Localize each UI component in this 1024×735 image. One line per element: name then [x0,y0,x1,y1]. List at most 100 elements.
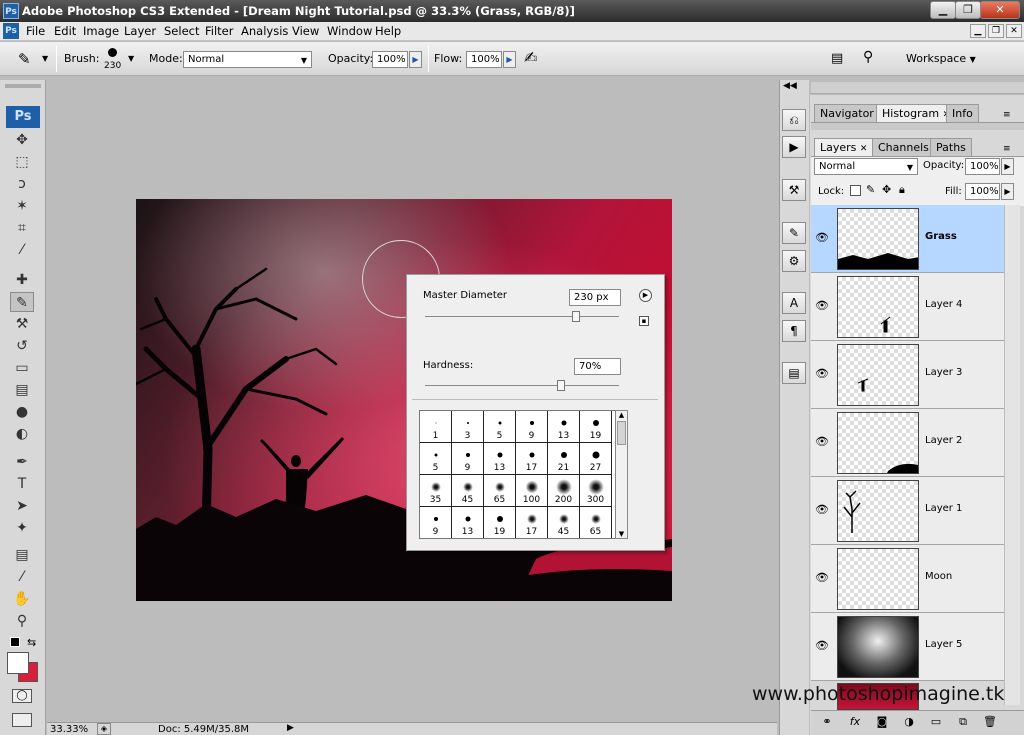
toolbox-grip[interactable] [5,84,41,88]
brush-preset-cell[interactable]: 200 [548,475,580,507]
hand-tool-icon[interactable]: ✋ [10,589,34,609]
pen-tool-icon[interactable]: ✒ [10,452,34,472]
color-sampler-tool-icon[interactable]: ⁄ [10,567,34,587]
document-icon[interactable]: Ps [3,23,19,39]
path-selection-tool-icon[interactable]: ➤ [10,496,34,516]
layer-row[interactable]: 👁︎ Layer 1 [811,477,1004,545]
lock-position-icon[interactable]: ✥ [882,183,891,196]
brush-preset-cell[interactable]: 9 [420,507,452,538]
gradient-tool-icon[interactable]: ▤ [10,380,34,400]
collapse-icon[interactable]: ◀◀ [783,81,797,91]
fill-input[interactable]: 100% [965,183,1000,200]
blur-tool-icon[interactable]: ● [10,402,34,422]
brush-preset-cell[interactable]: 100 [516,475,548,507]
close-icon[interactable]: ✕ [860,144,868,154]
palette-well-icon[interactable]: ▤ [831,51,843,66]
zoom-level[interactable]: 33.33% [50,724,88,735]
brush-tip-preview-icon[interactable] [108,48,117,57]
new-layer-icon[interactable]: ⧉ [954,713,972,731]
actions-panel-icon[interactable]: ▶ [782,136,806,158]
brush-preset-cell[interactable]: 21 [548,443,580,475]
brush-preset-cell[interactable]: 9 [516,411,548,443]
lock-transparent-icon[interactable] [850,185,861,196]
brush-picker-chevron-icon[interactable]: ▼ [128,54,134,63]
fill-arrow-icon[interactable]: ▶ [1001,183,1014,200]
swap-colors-icon[interactable]: ⇆ [27,636,36,649]
eye-icon[interactable]: 👁︎ [815,503,829,516]
opacity-slider-button[interactable]: ▶ [409,51,422,68]
type-tool-icon[interactable]: T [10,474,34,494]
brush-preset-cell[interactable]: 65 [484,475,516,507]
opacity-input[interactable]: 100% [372,51,408,68]
eyedropper-tool-icon[interactable]: ⁄ [10,240,34,260]
airbrush-icon[interactable]: ✍ [524,48,537,67]
layer-opacity-arrow-icon[interactable]: ▶ [1001,158,1014,175]
brush-preset-cell[interactable]: 35 [420,475,452,507]
dodge-tool-icon[interactable]: ◐ [10,424,34,444]
new-preset-icon[interactable]: ▪ [639,316,649,326]
menu-image[interactable]: Image [83,24,119,38]
layer-row[interactable]: 👁︎ Layer 2 [811,409,1004,477]
flow-slider-button[interactable]: ▶ [503,51,516,68]
panel-grip[interactable] [811,82,1024,94]
adjustment-layer-icon[interactable]: ◑ [900,713,918,731]
foreground-color-swatch[interactable] [7,652,29,674]
brush-preset-cell[interactable]: 19 [580,411,612,443]
panel-menu-icon[interactable]: ≡ [1003,110,1011,120]
brush-preset-cell[interactable]: 45 [548,507,580,538]
eraser-tool-icon[interactable]: ▭ [10,358,34,378]
brush-tool-icon[interactable]: ✎ [10,292,34,312]
bridge-icon[interactable]: ⚲ [863,49,873,65]
eye-icon[interactable]: 👁︎ [815,231,829,244]
menu-layer[interactable]: Layer [124,24,156,38]
notes-tool-icon[interactable]: ▤ [10,545,34,565]
tab-info[interactable]: Info [946,104,979,122]
scroll-down-icon[interactable]: ▼ [616,530,627,538]
status-menu-arrow-icon[interactable]: ▶ [287,723,294,733]
default-colors-icon[interactable] [10,637,20,647]
brush-preset-cell[interactable]: 3 [452,411,484,443]
brush-preset-cell[interactable]: 17 [516,507,548,538]
clone-source-icon[interactable]: ⚙ [782,250,806,272]
doc-restore-button[interactable]: ❐ [988,24,1004,38]
layer-row[interactable]: 👁︎ Moon [811,545,1004,613]
menu-window[interactable]: Window [327,24,372,38]
brush-preset-cell[interactable]: 9 [452,443,484,475]
menu-edit[interactable]: Edit [54,24,76,38]
move-tool-icon[interactable]: ✥ [10,130,34,150]
brush-preset-cell[interactable]: 17 [516,443,548,475]
brush-preset-cell[interactable]: 5 [420,443,452,475]
brush-preset-cell[interactable]: 13 [548,411,580,443]
menu-help[interactable]: Help [375,24,401,38]
character-panel-icon[interactable]: A [782,292,806,314]
layer-row[interactable]: 👁︎ Layer 3 [811,341,1004,409]
crop-tool-icon[interactable]: ⌗ [10,218,34,238]
lock-all-icon[interactable]: 🔒︎ [899,183,905,197]
zoom-tool-icon[interactable]: ⚲ [10,611,34,631]
history-brush-tool-icon[interactable]: ↺ [10,336,34,356]
lasso-tool-icon[interactable]: ↄ [10,174,34,194]
eye-icon[interactable]: 👁︎ [815,639,829,652]
brush-preset-cell[interactable]: 45 [452,475,484,507]
minimize-button[interactable]: ▁ [930,1,956,19]
mode-select[interactable]: Normal ▼ [183,51,312,68]
brush-preset-cell[interactable]: 5 [484,411,516,443]
new-group-icon[interactable]: ▭ [927,713,945,731]
brush-menu-icon[interactable]: ▶ [639,289,652,302]
doc-close-button[interactable]: ✕ [1006,24,1022,38]
eye-icon[interactable]: 👁︎ [815,571,829,584]
brush-preset-cell[interactable]: 300 [580,475,612,507]
menu-view[interactable]: View [292,24,319,38]
brush-preset-cell[interactable]: 13 [484,443,516,475]
layers-panel-menu-icon[interactable]: ≡ [1003,144,1011,154]
restore-button[interactable]: ❐ [955,1,981,19]
menu-filter[interactable]: Filter [205,24,233,38]
tab-layers[interactable]: Layers ✕ [814,138,874,156]
eye-icon[interactable]: 👁︎ [815,435,829,448]
brush-preset-cell[interactable]: 13 [452,507,484,538]
hardness-slider-thumb[interactable] [556,380,565,391]
master-diameter-input[interactable]: 230 px [569,289,621,306]
tab-channels[interactable]: Channels [872,138,935,156]
history-panel-icon[interactable]: ⎌ [782,109,806,131]
scroll-thumb[interactable] [617,421,626,445]
